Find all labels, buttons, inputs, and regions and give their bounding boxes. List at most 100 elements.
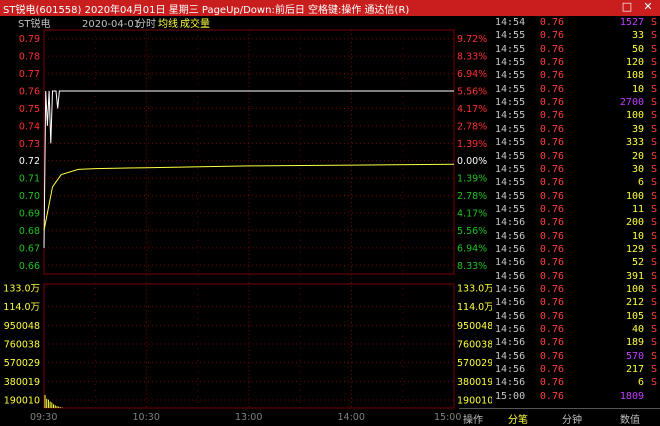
tick-price: 0.76 [539,310,564,322]
tick-time: 14:56 [495,243,526,255]
price-tick-label: 0.70 [19,191,40,202]
tick-volume: 40 [631,324,644,336]
tick-direction: S [650,284,657,295]
percent-tick-label: 5.56% [457,226,487,237]
tick-row: 14:56 0.76 129 S [492,244,660,256]
tick-price: 0.76 [539,110,564,122]
tick-direction: S [650,70,657,82]
tick-volume: 129 [625,243,644,255]
tick-direction: S [650,30,657,42]
time-tick-label: 13:00 [235,412,262,423]
tick-time: 14:56 [495,230,526,242]
tick-volume: 10 [631,83,644,95]
volume-tick-label: 570029 [4,358,40,369]
volume-label: 成交量 [180,17,210,30]
tick-volume: 200 [625,217,644,229]
tick-row: 14:56 0.76 52 S [492,257,660,269]
tick-direction: S [650,83,657,95]
tick-price: 0.76 [539,257,564,269]
tick-price: 0.76 [539,324,564,336]
tick-direction: S [650,203,657,215]
volume-tick-label-right: 950048 [457,321,492,332]
tick-time: 14:56 [495,377,526,389]
tick-price: 0.76 [539,297,564,309]
tick-price: 0.76 [539,17,564,28]
tick-row: 14:55 0.76 39 S [492,124,660,136]
tick-volume: 6 [637,377,644,389]
tick-volume: 39 [631,123,644,135]
volume-tick-label: 114.0万 [3,302,40,313]
price-tick-label: 0.68 [19,226,40,237]
tick-time: 14:55 [495,57,526,69]
tick-price: 0.76 [539,390,564,402]
tick-volume: 391 [625,270,644,282]
volume-tick-label-right: 133.0万 [457,284,492,295]
tick-price: 0.76 [539,217,564,229]
tick-direction: S [650,310,657,322]
tick-price: 0.76 [539,177,564,189]
volume-tick-label: 760038 [4,340,40,351]
tick-time: 14:55 [495,43,526,55]
tick-direction: S [650,110,657,122]
volume-tick-label-right: 190010 [457,396,492,407]
tick-list[interactable]: 14:54 0.76 1527 S 14:55 0.76 33 S 14:55 0.76 50 S 14… [492,16,660,408]
percent-tick-label: 4.17% [457,104,487,115]
tick-time: 14:56 [495,270,526,282]
tick-time: 14:55 [495,110,526,122]
tick-row: 14:56 0.76 217 S [492,364,660,376]
tick-volume: 30 [631,163,644,175]
percent-tick-label: 5.56% [457,87,487,98]
percent-tick-label: 1.39% [457,174,487,185]
intraday-chart[interactable]: ST锐电 2020-04-01 分时 均线 成交量 0.79 9.72% 0.78 8… [0,16,492,424]
volume-tick-label: 133.0万 [3,284,40,295]
volume-tick-label-right: 760038 [457,340,492,351]
avg-line-label: 均线 [158,17,178,30]
tick-time: 14:56 [495,217,526,229]
tick-time: 14:56 [495,364,526,376]
tick-time: 14:55 [495,203,526,215]
tick-row: 14:55 0.76 30 S [492,164,660,176]
volume-tick-label: 190010 [4,396,40,407]
volume-tick-label: 950048 [4,321,40,332]
percent-tick-label: 2.78% [457,121,487,132]
tick-volume: 100 [625,110,644,122]
tick-time: 14:55 [495,150,526,162]
tick-row: 14:55 0.76 333 S [492,137,660,149]
tick-time: 15:00 [495,390,526,402]
price-tick-label: 0.79 [19,34,40,45]
tick-price: 0.76 [539,270,564,282]
tick-row: 14:56 0.76 189 S [492,337,660,349]
chart-period: 分时 [136,18,156,30]
tick-time: 14:56 [495,337,526,349]
price-tick-label: 0.71 [19,174,40,185]
volume-tick-label-right: 114.0万 [457,302,492,313]
price-tick-label: 0.72 [19,156,40,167]
tick-time: 14:54 [495,17,526,28]
percent-tick-label: 8.33% [457,261,487,272]
tick-volume: 217 [625,364,644,376]
tick-time: 14:55 [495,30,526,42]
tick-volume: 11 [631,203,644,215]
tick-direction: S [650,163,657,175]
tick-direction: S [650,43,657,55]
tick-price: 0.76 [539,337,564,349]
maximize-icon[interactable]: □ [620,0,634,13]
tick-direction: S [650,297,657,309]
tick-direction: S [650,337,657,349]
window-title: ST锐电(601558) 2020年04月01日 星期三 PageUp/Down… [3,5,410,16]
price-tick-label: 0.78 [19,52,40,63]
tick-price: 0.76 [539,83,564,95]
tick-volume: 212 [625,297,644,309]
tick-price: 0.76 [539,30,564,42]
ops-tab[interactable]: 操作 [459,408,492,426]
close-icon[interactable]: ✕ [641,0,655,13]
tick-direction: S [650,150,657,162]
percent-tick-label: 1.39% [457,139,487,150]
tick-row: 14:55 0.76 20 S [492,151,660,163]
price-tick-label: 0.75 [19,104,40,115]
tick-row: 15:00 0.76 1809 [492,391,660,403]
tick-volume: 108 [625,70,644,82]
percent-tick-label: 6.94% [457,243,487,254]
tick-time: 14:55 [495,70,526,82]
tick-direction: S [650,350,657,362]
